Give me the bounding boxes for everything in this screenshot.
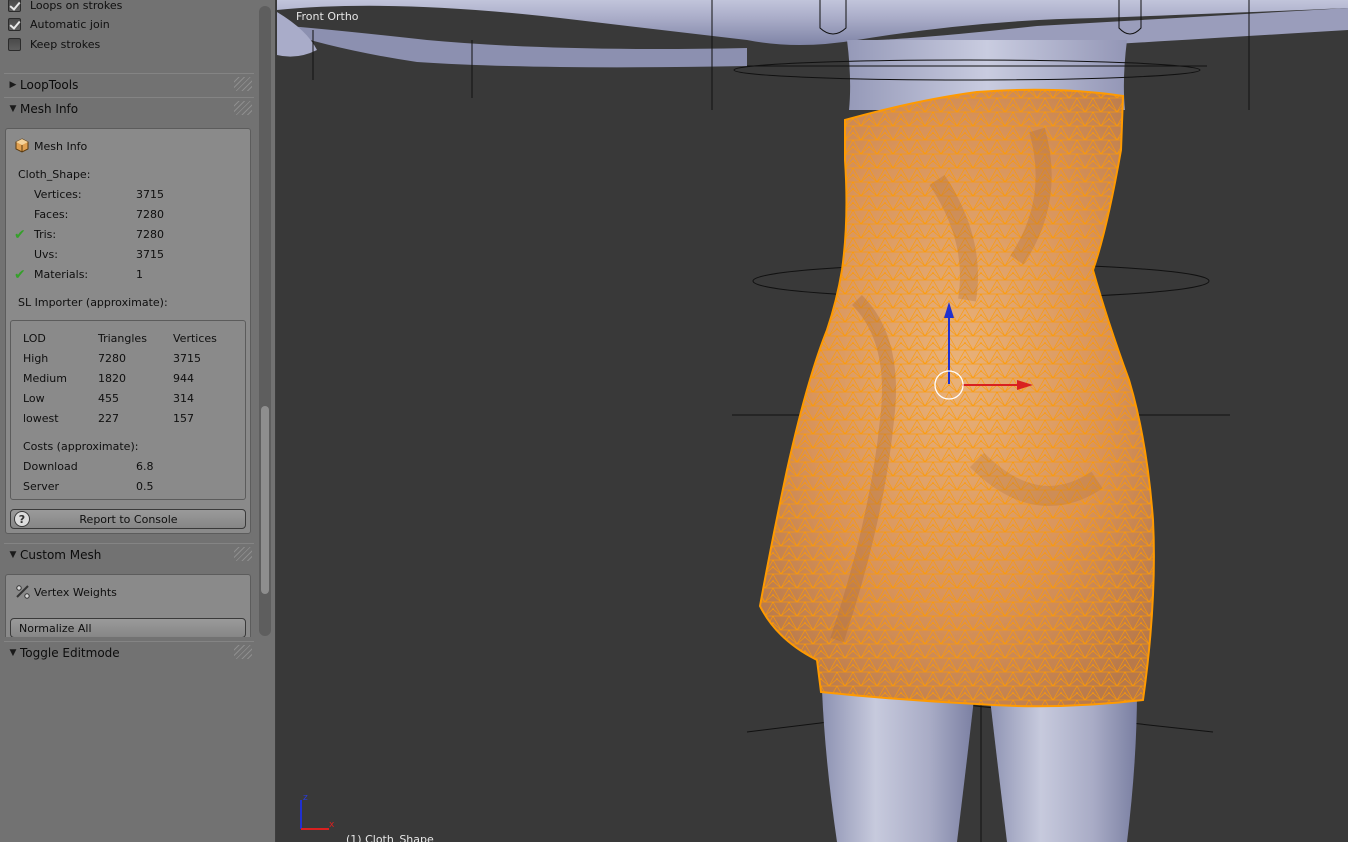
axis-widget (300, 800, 329, 830)
viewport-canvas[interactable] (277, 0, 1348, 842)
option-label: Loops on strokes (30, 0, 123, 12)
panel-title: Toggle Editmode (20, 645, 120, 660)
lod-cell: 455 (98, 392, 119, 405)
cost-label-server: Server (23, 480, 60, 493)
lod-cell: Low (23, 392, 45, 405)
stat-label-materials: Materials: (34, 268, 89, 281)
avatar-leg-right (989, 690, 1137, 842)
stat-value-materials: 1 (136, 268, 143, 281)
help-icon: ? (14, 511, 30, 527)
option-automatic-join[interactable]: Automatic join (8, 16, 110, 32)
axis-z-label: z (303, 793, 308, 803)
lod-cell: 314 (173, 392, 194, 405)
stat-label-faces: Faces: (34, 208, 69, 221)
option-keep-strokes[interactable]: Keep strokes (8, 36, 100, 52)
panel-header-looptools[interactable]: ▶ LoopTools (4, 73, 254, 95)
checkbox-icon[interactable] (8, 0, 21, 12)
expanded-arrow-icon: ▼ (9, 549, 17, 560)
axis-x-label: x (329, 820, 335, 830)
mesh-info-box-title: Mesh Info (34, 140, 88, 153)
expanded-arrow-icon: ▼ (9, 647, 17, 658)
costs-title: Costs (approximate): (23, 440, 139, 453)
object-name: Cloth_Shape: (18, 168, 91, 181)
cloth-mesh[interactable] (758, 88, 1155, 708)
button-label: Normalize All (19, 621, 92, 635)
3d-viewport[interactable]: Front Ortho z x (1) Cloth_Shape (277, 0, 1348, 842)
vertex-weights-icon (16, 585, 30, 599)
lod-cell: 944 (173, 372, 194, 385)
object-label: (1) Cloth_Shape (346, 833, 434, 842)
drag-grip-icon[interactable] (234, 77, 252, 91)
lod-cell: High (23, 352, 49, 365)
mesh-cube-icon (15, 138, 29, 153)
lod-header: Vertices (173, 332, 217, 345)
panel-header-toggle-editmode[interactable]: ▼ Toggle Editmode (4, 641, 254, 663)
panel-header-custom-mesh[interactable]: ▼ Custom Mesh (4, 543, 254, 565)
lod-cell: 157 (173, 412, 194, 425)
expanded-arrow-icon: ▼ (9, 103, 17, 114)
lod-cell: 1820 (98, 372, 126, 385)
panel-title: LoopTools (20, 77, 79, 92)
stat-label-tris: Tris: (34, 228, 57, 241)
lod-table-box (10, 320, 246, 500)
tool-shelf: Loops on strokes Automatic join Keep str… (0, 0, 276, 842)
lod-cell: 7280 (98, 352, 126, 365)
stat-value-faces: 7280 (136, 208, 164, 221)
panel-title: Mesh Info (20, 101, 79, 116)
cost-value-server: 0.5 (136, 480, 154, 493)
normalize-all-button[interactable]: Normalize All (10, 618, 246, 638)
drag-grip-icon[interactable] (234, 645, 252, 659)
lod-cell: 3715 (173, 352, 201, 365)
stat-label-vertices: Vertices: (34, 188, 82, 201)
panel-header-mesh-info[interactable]: ▼ Mesh Info (4, 97, 254, 119)
lod-cell: Medium (23, 372, 67, 385)
option-label: Keep strokes (30, 37, 101, 51)
lod-header: LOD (23, 332, 46, 345)
lod-cell: lowest (23, 412, 59, 425)
view-label: Front Ortho (296, 10, 359, 23)
stat-value-uvs: 3715 (136, 248, 164, 261)
lod-header: Triangles (98, 332, 147, 345)
cost-label-download: Download (23, 460, 78, 473)
option-loops-on-strokes[interactable]: Loops on strokes (8, 0, 122, 13)
stat-label-uvs: Uvs: (34, 248, 58, 261)
importer-title: SL Importer (approximate): (18, 296, 168, 309)
checkbox-icon[interactable] (8, 17, 21, 31)
checkmark-icon: ✔ (14, 267, 26, 283)
vertex-weights-label: Vertex Weights (34, 586, 117, 599)
option-label: Automatic join (30, 17, 110, 31)
panel-title: Custom Mesh (20, 547, 102, 562)
report-to-console-button[interactable]: ? Report to Console (10, 509, 246, 529)
drag-grip-icon[interactable] (234, 101, 252, 115)
lod-cell: 227 (98, 412, 119, 425)
stat-value-tris: 7280 (136, 228, 164, 241)
button-label: Report to Console (79, 512, 178, 526)
checkmark-icon: ✔ (14, 227, 26, 243)
collapsed-arrow-icon: ▶ (9, 79, 17, 90)
checkbox-icon[interactable] (8, 37, 21, 51)
stat-value-vertices: 3715 (136, 188, 164, 201)
cost-value-download: 6.8 (136, 460, 154, 473)
drag-grip-icon[interactable] (234, 547, 252, 561)
avatar-leg-left (822, 690, 975, 842)
tool-shelf-scroll-thumb[interactable] (261, 406, 269, 594)
